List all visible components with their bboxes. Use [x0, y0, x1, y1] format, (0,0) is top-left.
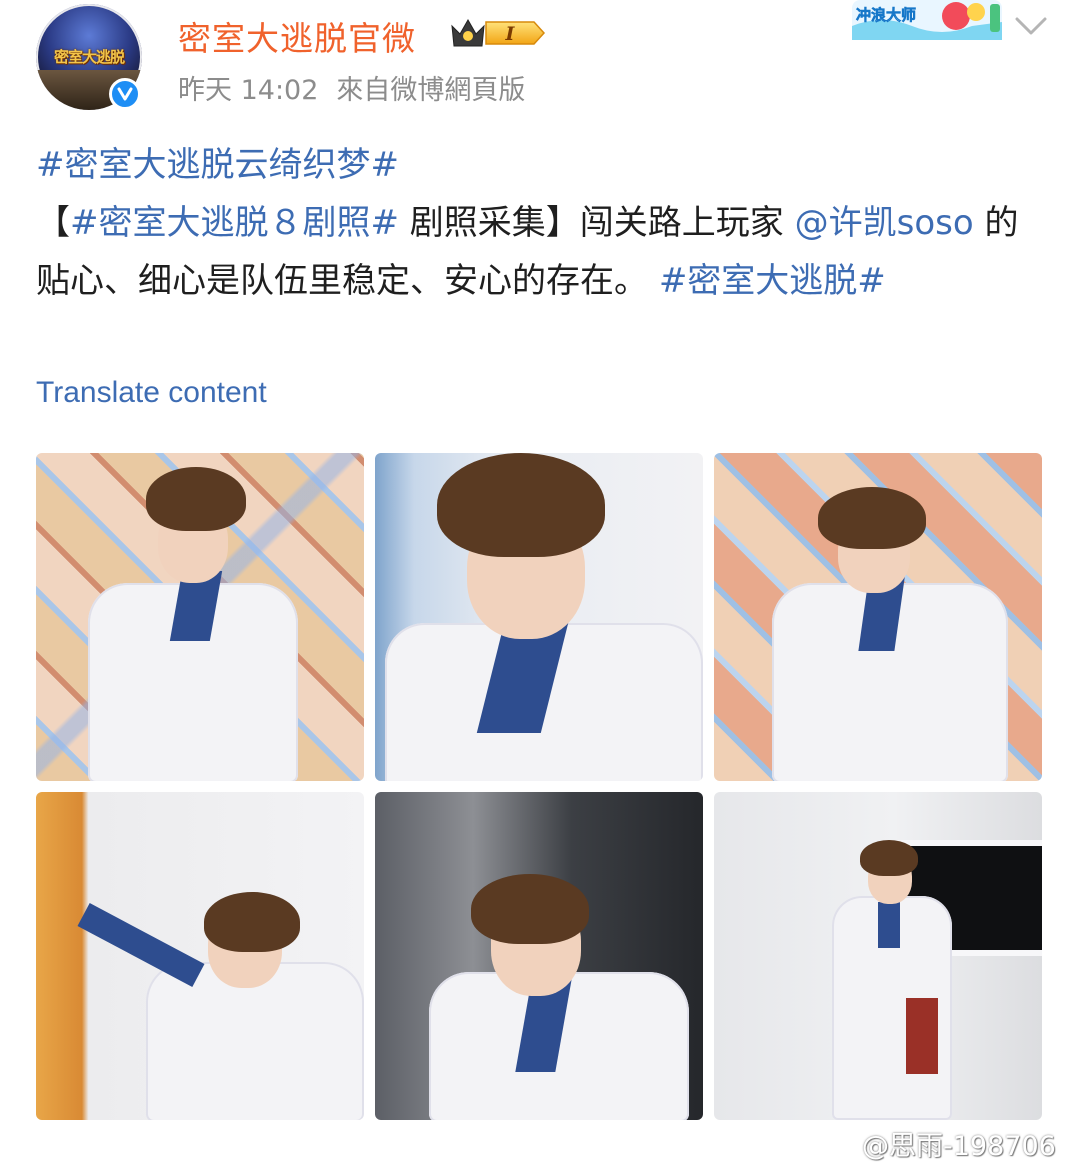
member-crown-badge-icon[interactable]: I	[448, 14, 546, 52]
avatar-logo-text: 密室大逃脱	[53, 48, 125, 66]
bracket-text: 【	[36, 203, 70, 243]
figure-red-sash	[906, 998, 938, 1074]
account-name[interactable]: 密室大逃脱官微	[178, 12, 416, 60]
hashtag-link[interactable]: #密室大逃脱８剧照#	[70, 203, 399, 243]
photo-1[interactable]	[36, 453, 364, 781]
weibo-watermark: @思雨-198706	[832, 1124, 1056, 1163]
figure-collar	[878, 902, 900, 948]
figure-hair	[860, 840, 918, 876]
hashtag-link[interactable]: #密室大逃脱#	[659, 261, 886, 301]
post-time: 昨天 14:02	[178, 75, 319, 106]
post-source[interactable]: 來自微博網頁版	[336, 75, 525, 106]
body-text: 剧照采集	[398, 203, 546, 243]
chevron-down-icon[interactable]	[1014, 14, 1048, 38]
figure-arm	[77, 903, 205, 987]
banner-text: 冲浪大师	[856, 6, 916, 24]
photo-2[interactable]	[375, 453, 703, 781]
photo-3[interactable]	[714, 453, 1042, 781]
figure-hair	[146, 467, 246, 531]
verified-icon	[109, 78, 141, 110]
photo-6[interactable]	[714, 792, 1042, 1120]
bracket-text: 】	[545, 203, 580, 243]
translate-content-link[interactable]: Translate content	[36, 376, 267, 410]
photo-4[interactable]	[36, 792, 364, 1120]
post-body: #密室大逃脱云绮织梦# 【#密室大逃脱８剧照# 剧照采集】闯关路上玩家 @许凯so…	[36, 136, 1036, 310]
photo-5[interactable]	[375, 792, 703, 1120]
surf-master-banner-icon[interactable]: 冲浪大师	[852, 0, 1002, 40]
figure-hair	[437, 453, 605, 557]
post-meta: 昨天 14:02 來自微博網頁版	[178, 68, 525, 107]
weibo-logo-icon	[832, 1134, 861, 1159]
body-text: 闯关路上玩家	[579, 203, 795, 243]
figure-hair	[204, 892, 300, 952]
figure-hair	[471, 874, 589, 944]
member-level-text: I	[505, 23, 516, 45]
hashtag-link[interactable]: #密室大逃脱云绮织梦#	[36, 145, 399, 185]
watermark-text: @思雨-198706	[862, 1131, 1056, 1162]
figure-hair	[818, 487, 926, 549]
mention-link[interactable]: @许凯soso	[795, 203, 974, 243]
